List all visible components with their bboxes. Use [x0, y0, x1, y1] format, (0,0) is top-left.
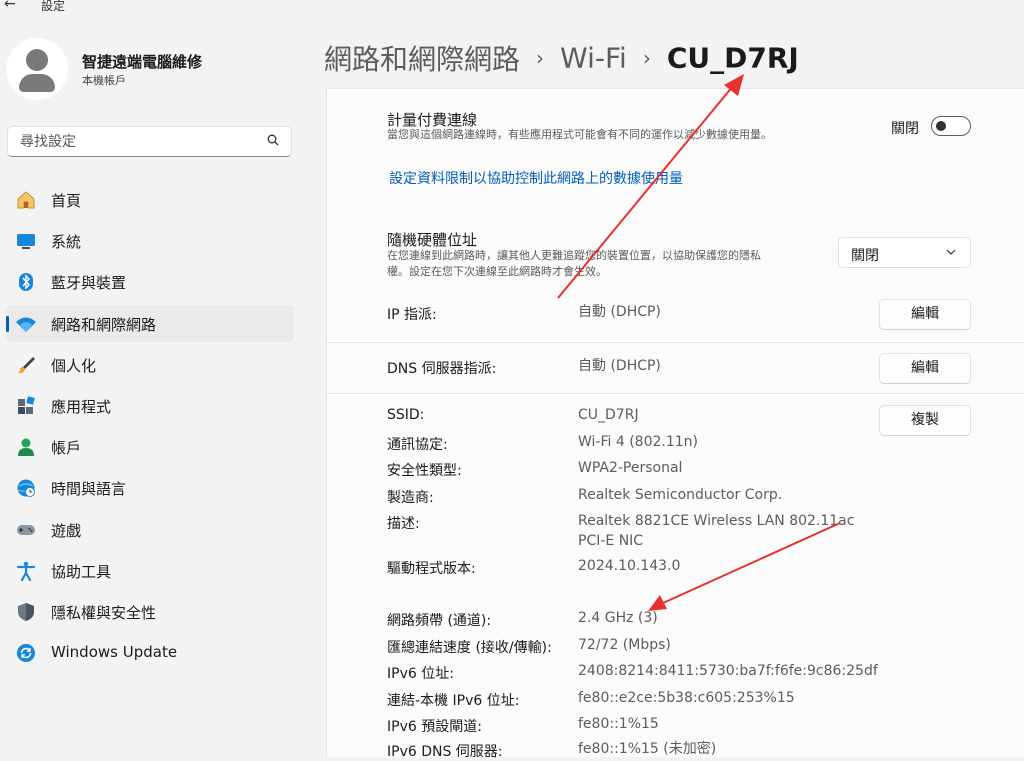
- property-label: IPv6 預設閘道:: [387, 719, 482, 735]
- property-value: WPA2-Personal: [578, 460, 683, 476]
- person-icon: [18, 438, 34, 457]
- sidebar-item-time-language[interactable]: 時間與語言: [6, 469, 294, 506]
- shield-icon: [18, 602, 34, 621]
- sidebar-item-label: 網路和網際網路: [51, 315, 157, 334]
- property-label: SSID:: [387, 407, 425, 423]
- sidebar-item-windows-update[interactable]: Windows Update: [6, 634, 294, 671]
- property-label: 網路頻帶 (通道):: [387, 613, 492, 629]
- search-icon[interactable]: [267, 134, 279, 146]
- sidebar-item-accessibility[interactable]: 協助工具: [6, 552, 294, 589]
- dropdown-value: 關閉: [851, 248, 879, 264]
- toggle-knob: [936, 121, 946, 131]
- home-icon: [17, 191, 35, 209]
- metered-connection-desc: 當您與這個網路連線時，有些應用程式可能會有不同的運作以減少數據使用量。: [387, 128, 772, 141]
- property-value: 72/72 (Mbps): [578, 637, 671, 653]
- accessibility-icon: [16, 561, 36, 581]
- title-bar: ← 設定: [0, 0, 1024, 14]
- sidebar-item-accounts[interactable]: 帳戶: [6, 428, 294, 465]
- property-value: fe80::e2ce:5b38:c605:253%15: [578, 690, 795, 706]
- breadcrumb-wifi[interactable]: Wi-Fi: [560, 42, 627, 75]
- property-label: 通訊協定:: [387, 437, 448, 453]
- sidebar-item-bluetooth[interactable]: 藍牙與裝置: [6, 263, 294, 300]
- sidebar-item-system[interactable]: 系統: [6, 222, 294, 259]
- sidebar-item-label: 時間與語言: [51, 480, 127, 499]
- update-icon: [17, 644, 35, 663]
- random-mac-dropdown[interactable]: 關閉: [838, 237, 971, 268]
- random-mac-desc-line2: 權。設定在您下次連線至此網路時才會生效。: [387, 265, 607, 278]
- sidebar-item-label: 遊戲: [51, 521, 82, 540]
- property-label: 連結-本機 IPv6 位址:: [387, 693, 520, 709]
- globe-clock-icon: [17, 479, 35, 498]
- sidebar-nav: 首頁 系統 藍牙與裝置 網路和網際網路 個人化 應用程式 帳戶 時間與語言 遊戲…: [6, 181, 294, 675]
- avatar-body: [19, 74, 55, 92]
- page-title: CU_D7RJ: [666, 41, 799, 75]
- sidebar-item-network[interactable]: 網路和網際網路: [6, 304, 294, 342]
- data-limit-link[interactable]: 設定資料限制以協助控制此網路上的數據使用量: [389, 168, 683, 188]
- app-title: 設定: [41, 0, 66, 13]
- divider: [326, 342, 1024, 343]
- sidebar-item-label: Windows Update: [51, 643, 178, 662]
- gamepad-icon: [17, 524, 35, 535]
- sidebar-item-privacy[interactable]: 隱私權與安全性: [6, 593, 294, 630]
- sidebar-item-home[interactable]: 首頁: [6, 181, 294, 218]
- back-arrow-icon[interactable]: ←: [4, 0, 24, 14]
- metered-connection-toggle[interactable]: [931, 116, 971, 136]
- profile-name: 智捷遠端電腦維修: [82, 53, 203, 71]
- edit-dns-button[interactable]: 編輯: [879, 353, 971, 384]
- breadcrumb-network[interactable]: 網路和網際網路: [324, 43, 520, 76]
- profile-account-type: 本機帳戶: [82, 74, 126, 87]
- property-value: Realtek 8821CE Wireless LAN 802.11ac PCI…: [578, 513, 855, 549]
- bluetooth-icon: [19, 273, 33, 292]
- chevron-right-icon: ›: [642, 46, 651, 70]
- breadcrumb: 網路和網際網路 › Wi-Fi › CU_D7RJ: [324, 38, 799, 78]
- property-value: CU_D7RJ: [578, 407, 639, 423]
- property-label: 安全性類型:: [387, 463, 462, 479]
- property-label: 匯總連結速度 (接收/傳輸):: [387, 640, 552, 656]
- random-mac-title: 隨機硬體位址: [387, 231, 478, 249]
- property-label: IPv6 位址:: [387, 666, 454, 682]
- sidebar-item-label: 首頁: [51, 192, 82, 210]
- search-box[interactable]: [7, 126, 292, 157]
- property-value: 2024.10.143.0: [578, 558, 681, 574]
- active-indicator: [6, 315, 9, 332]
- sidebar-item-gaming[interactable]: 遊戲: [6, 511, 294, 548]
- sidebar-item-label: 藍牙與裝置: [51, 274, 127, 293]
- dns-assignment-label: DNS 伺服器指派:: [387, 361, 497, 377]
- copy-button[interactable]: 複製: [879, 405, 971, 436]
- sidebar-item-personalization[interactable]: 個人化: [6, 346, 294, 383]
- property-value: Realtek Semiconductor Corp.: [578, 487, 783, 503]
- sidebar-item-apps[interactable]: 應用程式: [6, 387, 294, 424]
- search-input[interactable]: [18, 133, 262, 151]
- sidebar-item-label: 隱私權與安全性: [51, 603, 157, 622]
- wifi-icon: [16, 317, 36, 332]
- avatar-head: [26, 49, 48, 71]
- divider: [326, 393, 1024, 394]
- sidebar-item-label: 個人化: [51, 356, 97, 375]
- ip-assignment-label: IP 指派:: [387, 307, 437, 323]
- dns-assignment-value: 自動 (DHCP): [578, 358, 661, 374]
- property-label: 驅動程式版本:: [387, 561, 476, 577]
- sidebar-item-label: 帳戶: [51, 439, 82, 458]
- metered-toggle-label: 關閉: [891, 121, 919, 137]
- property-value: Wi-Fi 4 (802.11n): [578, 434, 698, 450]
- apps-icon: [18, 396, 35, 414]
- property-label: IPv6 DNS 伺服器:: [387, 744, 503, 760]
- property-label: 描述:: [387, 516, 420, 532]
- chevron-down-icon: [946, 249, 956, 255]
- sidebar-item-label: 應用程式: [51, 397, 112, 416]
- random-mac-desc-line1: 在您連線到此網路時，讓其他人更難追蹤您的裝置位置，以協助保護您的隱私: [387, 249, 761, 262]
- brush-icon: [18, 356, 35, 373]
- sidebar-item-label: 協助工具: [51, 562, 112, 581]
- monitor-icon: [17, 234, 35, 250]
- property-value: fe80::1%15: [578, 716, 659, 732]
- property-value: fe80::1%15 (未加密): [578, 741, 717, 757]
- sidebar-item-label: 系統: [51, 233, 82, 252]
- chevron-right-icon: ›: [536, 46, 545, 70]
- property-value: 2408:8214:8411:5730:ba7f:f6fe:9c86:25df: [578, 663, 878, 679]
- ip-assignment-value: 自動 (DHCP): [578, 304, 661, 320]
- avatar[interactable]: [6, 38, 68, 100]
- edit-ip-button[interactable]: 編輯: [879, 299, 971, 330]
- property-value: 2.4 GHz (3): [578, 610, 658, 626]
- property-label: 製造商:: [387, 490, 434, 506]
